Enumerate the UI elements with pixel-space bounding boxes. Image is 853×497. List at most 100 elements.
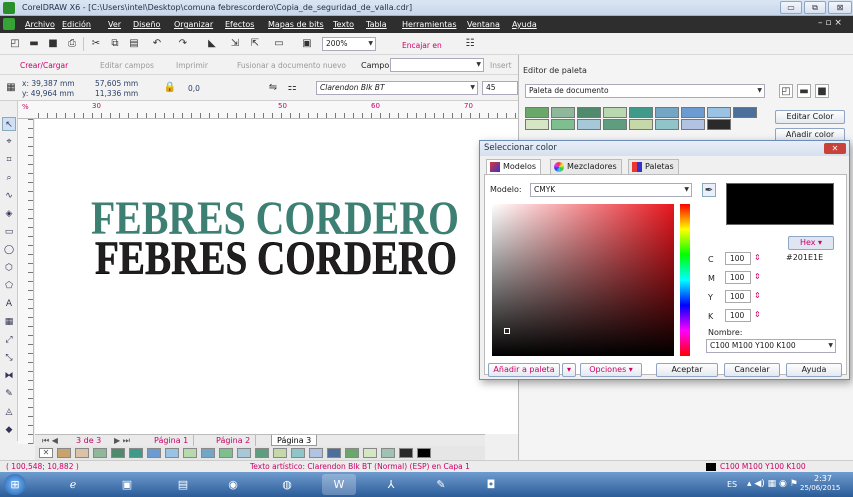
new-palette-icon[interactable]: ◰: [779, 84, 793, 98]
fill-color-indicator[interactable]: [706, 463, 716, 471]
color-swatch[interactable]: [363, 448, 377, 458]
ie-taskbar-icon[interactable]: ℯ: [56, 474, 90, 495]
dialog-close-button[interactable]: ✕: [824, 143, 846, 154]
add-palette-dropdown-icon[interactable]: ▾: [562, 363, 576, 377]
help-button[interactable]: Ayuda: [786, 363, 842, 377]
cyan-input[interactable]: 100: [725, 252, 751, 265]
color-swatch[interactable]: [291, 448, 305, 458]
add-to-palette-button[interactable]: Añadir a paleta: [488, 363, 560, 377]
palette-swatch[interactable]: [629, 107, 653, 118]
print-icon[interactable]: ⎙: [65, 37, 79, 51]
menu-window-controls[interactable]: – ▫ ×: [818, 18, 842, 28]
import-icon[interactable]: ⇲: [228, 37, 242, 51]
width-field[interactable]: 57,605 mm: [95, 79, 138, 88]
basic-shapes-icon[interactable]: ⬠: [2, 279, 16, 293]
color-swatch[interactable]: [129, 448, 143, 458]
hue-slider[interactable]: [680, 204, 690, 356]
connector-tool-icon[interactable]: ⤡: [2, 351, 16, 365]
menu-herramientas[interactable]: Herramientas: [402, 20, 457, 29]
horizontal-ruler[interactable]: % 30 50 60 70: [18, 101, 518, 119]
application-launcher-icon[interactable]: ▭: [272, 37, 286, 51]
color-swatch[interactable]: [381, 448, 395, 458]
palette-swatch[interactable]: [707, 119, 731, 130]
shape-tool-icon[interactable]: ⌖: [2, 135, 16, 149]
new-document-icon[interactable]: ◰: [8, 37, 22, 51]
no-color-swatch[interactable]: ✕: [39, 448, 53, 458]
fill-tool-icon[interactable]: ◆: [2, 423, 16, 437]
black-input[interactable]: 100: [725, 309, 751, 322]
cut-icon[interactable]: ✂: [89, 37, 103, 51]
color-swatch[interactable]: [417, 448, 431, 458]
magenta-spin-icon[interactable]: ⇕: [754, 272, 761, 281]
zoom-tool-icon[interactable]: ⌕: [2, 171, 16, 185]
align-icon[interactable]: ⚏: [285, 81, 299, 95]
menu-efectos[interactable]: Efectos: [225, 20, 254, 29]
yellow-spin-icon[interactable]: ⇕: [754, 291, 761, 300]
close-button[interactable]: ⊠: [828, 1, 852, 14]
color-swatch[interactable]: [399, 448, 413, 458]
edit-fields-button[interactable]: Editar campos: [100, 61, 154, 70]
camera-taskbar-icon[interactable]: ◘: [474, 474, 508, 495]
color-swatch[interactable]: [273, 448, 287, 458]
menu-diseno[interactable]: Diseño: [133, 20, 160, 29]
cancel-button[interactable]: Cancelar: [724, 363, 780, 377]
palette-swatch[interactable]: [603, 119, 627, 130]
freehand-tool-icon[interactable]: ∿: [2, 189, 16, 203]
palette-swatch[interactable]: [577, 107, 601, 118]
word-taskbar-icon[interactable]: W: [322, 474, 356, 495]
color-swatch[interactable]: [147, 448, 161, 458]
search-content-icon[interactable]: ◣: [205, 37, 219, 51]
tab-modelos[interactable]: Modelos: [486, 159, 542, 174]
menu-organizar[interactable]: Organizar: [174, 20, 213, 29]
palette-select-combo[interactable]: Paleta de documento ▼: [525, 84, 765, 98]
vertical-ruler[interactable]: [18, 119, 34, 444]
clock-date[interactable]: 25/06/2015: [800, 484, 840, 492]
model-combo[interactable]: CMYK ▼: [530, 183, 692, 197]
menu-ventana[interactable]: Ventana: [467, 20, 500, 29]
ellipse-tool-icon[interactable]: ◯: [2, 243, 16, 257]
outline-pen-icon[interactable]: ◬: [2, 405, 16, 419]
crop-tool-icon[interactable]: ⌗: [2, 153, 16, 167]
menu-ayuda[interactable]: Ayuda: [512, 20, 537, 29]
palette-swatch[interactable]: [577, 119, 601, 130]
smart-fill-icon[interactable]: ◈: [2, 207, 16, 221]
export-icon[interactable]: ⇱: [248, 37, 262, 51]
dimension-tool-icon[interactable]: ⤢: [2, 333, 16, 347]
color-field[interactable]: [492, 204, 674, 356]
color-swatch[interactable]: [57, 448, 71, 458]
menu-texto[interactable]: Texto: [333, 20, 354, 29]
welcome-screen-icon[interactable]: ▣: [300, 37, 314, 51]
restore-button[interactable]: ⧉: [804, 1, 826, 14]
yellow-input[interactable]: 100: [725, 290, 751, 303]
color-name-combo[interactable]: C100 M100 Y100 K100 ▼: [706, 339, 836, 353]
palette-swatch[interactable]: [681, 107, 705, 118]
next-page-button[interactable]: ▶ ⏭: [109, 435, 135, 446]
language-indicator[interactable]: ES: [727, 480, 737, 489]
polygon-tool-icon[interactable]: ⬡: [2, 261, 16, 275]
menu-ver[interactable]: Ver: [108, 20, 121, 29]
rectangle-tool-icon[interactable]: ▭: [2, 225, 16, 239]
color-swatch[interactable]: [93, 448, 107, 458]
open-palette-icon[interactable]: ▬: [797, 84, 811, 98]
media-player-taskbar-icon[interactable]: ▣: [110, 474, 144, 495]
eyedropper-icon[interactable]: ✒: [702, 183, 716, 197]
accept-button[interactable]: Aceptar: [656, 363, 718, 377]
palette-swatch[interactable]: [629, 119, 653, 130]
text-tool-icon[interactable]: A: [2, 297, 16, 311]
menu-edicion[interactable]: Edición: [62, 20, 91, 29]
edit-color-button[interactable]: Editar Color: [775, 110, 845, 124]
palette-swatch[interactable]: [707, 107, 731, 118]
field-combo[interactable]: ▼: [390, 58, 484, 72]
color-swatch[interactable]: [219, 448, 233, 458]
color-swatch[interactable]: [327, 448, 341, 458]
magenta-input[interactable]: 100: [725, 271, 751, 284]
page-tab-1[interactable]: Página 1: [149, 435, 195, 446]
coreldraw-taskbar-icon[interactable]: ✎: [424, 474, 458, 495]
minimize-button[interactable]: ▭: [780, 1, 802, 14]
color-swatch[interactable]: [75, 448, 89, 458]
insert-field-button[interactable]: Insert: [490, 61, 512, 70]
snap-to-dropdown[interactable]: Encajar en: [402, 41, 442, 50]
table-tool-icon[interactable]: ▦: [2, 315, 16, 329]
first-page-button[interactable]: ⏮ ◀: [37, 435, 63, 446]
artistic-text-object[interactable]: FEBRES CORDERO FEBRES CORDERO: [88, 192, 463, 282]
